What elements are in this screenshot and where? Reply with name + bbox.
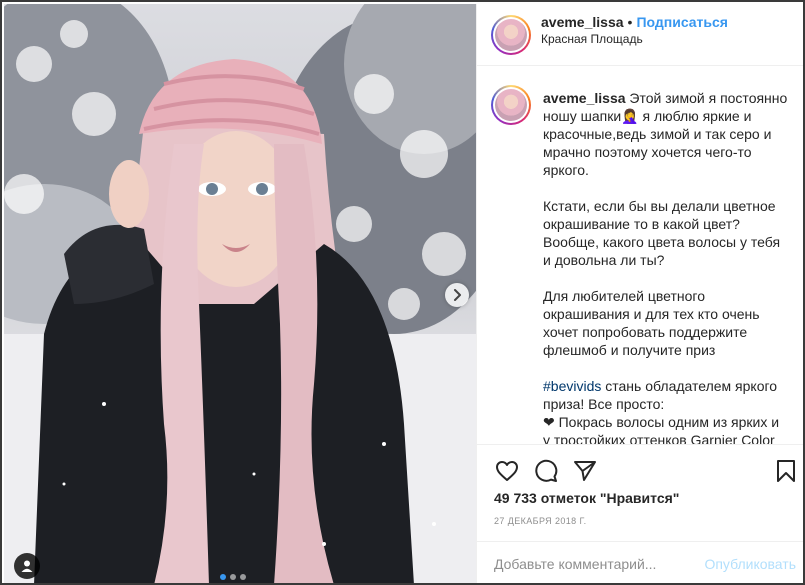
caption-username-link[interactable]: aveme_lissa — [543, 90, 626, 106]
comment-form: Опубликовать — [477, 541, 803, 583]
photo-scene — [4, 4, 476, 583]
save-button[interactable] — [772, 457, 800, 485]
caption-section[interactable]: aveme_lissa Этой зимой я постоянно ношу … — [477, 67, 803, 444]
caption-paragraph-3: Для любителей цветного окрашивания и для… — [543, 288, 760, 358]
likes-count[interactable]: 49 733 отметок "Нравится" — [494, 490, 679, 506]
post-date[interactable]: 27 ДЕКАБРЯ 2018 Г. — [494, 516, 587, 526]
carousel-dot-active — [220, 574, 226, 580]
comment-button[interactable] — [532, 457, 560, 485]
post-photo[interactable] — [4, 4, 476, 583]
heart-icon — [496, 461, 518, 481]
avatar[interactable] — [491, 15, 531, 55]
comment-icon — [535, 459, 558, 482]
post-header: aveme_lissa • Подписаться Красная Площадь — [477, 4, 803, 66]
action-bar: 49 733 отметок "Нравится" 27 ДЕКАБРЯ 201… — [477, 444, 803, 583]
caption-text: aveme_lissa Этой зимой я постоянно ношу … — [543, 89, 789, 444]
caption-paragraph-5: ❤ Покрась волосы одним из ярких и у трос… — [543, 414, 780, 444]
comment-input[interactable] — [494, 542, 699, 583]
share-icon — [574, 461, 596, 481]
carousel-indicator — [220, 574, 246, 580]
bookmark-icon — [777, 460, 795, 482]
share-button[interactable] — [571, 457, 599, 485]
caption-paragraph-2: Кстати, если бы вы делали цветное окраши… — [543, 198, 781, 268]
carousel-dot — [240, 574, 246, 580]
post-sidebar: aveme_lissa • Подписаться Красная Площадь … — [476, 4, 803, 583]
next-photo-button[interactable] — [445, 283, 469, 307]
caption-avatar[interactable] — [491, 85, 531, 125]
location-link[interactable]: Красная Площадь — [541, 32, 643, 46]
publish-button[interactable]: Опубликовать — [704, 556, 796, 572]
like-button[interactable] — [493, 457, 521, 485]
chevron-right-icon — [454, 289, 461, 301]
user-tag-icon — [21, 560, 33, 572]
tagged-users-button[interactable] — [14, 553, 40, 579]
post-window: aveme_lissa • Подписаться Красная Площадь … — [0, 0, 805, 585]
follow-button[interactable]: Подписаться — [636, 14, 728, 30]
username-link[interactable]: aveme_lissa — [541, 14, 624, 30]
carousel-dot — [230, 574, 236, 580]
header-user-line: aveme_lissa • Подписаться — [541, 14, 728, 30]
hashtag-link[interactable]: #bevivids — [543, 378, 601, 394]
separator-bullet: • — [627, 14, 633, 30]
